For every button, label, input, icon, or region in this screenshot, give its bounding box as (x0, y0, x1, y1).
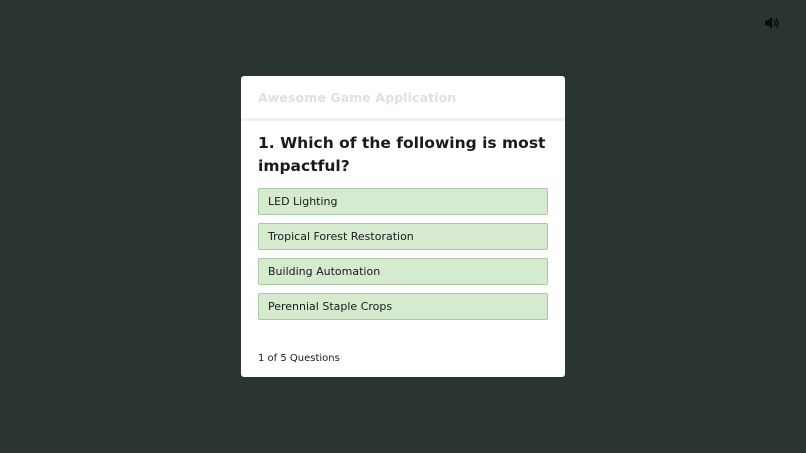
app-title: Awesome Game Application (258, 89, 457, 105)
answer-option-building-automation[interactable]: Building Automation (258, 258, 548, 285)
question-progress: 1 of 5 Questions (258, 353, 340, 364)
question-text: 1. Which of the following is most impact… (258, 134, 546, 175)
answer-option-led-lighting[interactable]: LED Lighting (258, 188, 548, 215)
answer-options: LED Lighting Tropical Forest Restoration… (258, 188, 548, 328)
quiz-card: Awesome Game Application 1. Which of the… (241, 76, 565, 377)
card-header: Awesome Game Application (241, 76, 565, 121)
speaker-volume-icon[interactable] (765, 15, 780, 29)
answer-option-tropical-forest-restoration[interactable]: Tropical Forest Restoration (258, 223, 548, 250)
answer-option-perennial-staple-crops[interactable]: Perennial Staple Crops (258, 293, 548, 320)
